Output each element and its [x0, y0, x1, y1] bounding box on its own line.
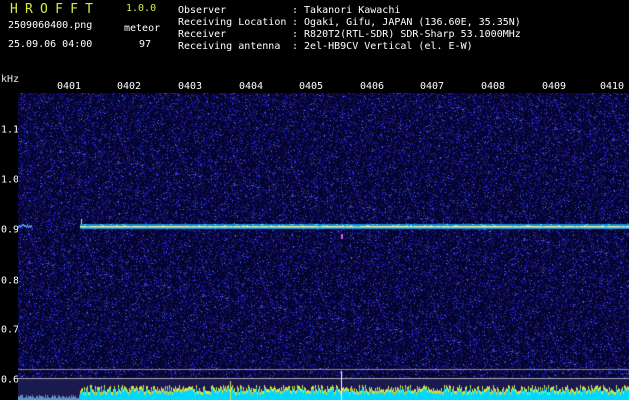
info-row-receiver: Receiver : R820T2(RTL-SDR) SDR-Sharp 53.1… [178, 30, 521, 40]
x-tick-label: 0403 [177, 81, 203, 92]
app-version: 1.0.0 [126, 3, 157, 14]
info-row-antenna: Receiving antenna : 2el-HB9CV Vertical (e… [178, 42, 473, 52]
x-tick-label: 0410 [599, 81, 625, 92]
x-tick-label: 0405 [298, 81, 324, 92]
meteor-count: 97 [139, 39, 152, 50]
info-key: Observer [178, 5, 227, 16]
info-key: Receiving antenna [178, 41, 281, 52]
app-name: HROFFT [10, 2, 101, 17]
x-tick-label: 0402 [116, 81, 142, 92]
y-tick-label: 1.0 [1, 174, 20, 186]
meteor-label: meteor [124, 23, 161, 34]
x-tick-label: 0404 [238, 81, 264, 92]
info-key: Receiving Location [178, 17, 287, 28]
info-key: Receiver [178, 29, 227, 40]
info-row-location: Receiving Location : Ogaki, Gifu, JAPAN (… [178, 18, 521, 28]
header-panel: HROFFT 1.0.0 2509060400.png 25.09.06 04:… [0, 0, 629, 76]
x-tick-label: 0407 [419, 81, 445, 92]
spectrogram-canvas [18, 93, 629, 400]
x-tick-label: 0409 [541, 81, 567, 92]
y-tick-label: 0.8 [1, 275, 20, 287]
info-value: : Ogaki, Gifu, JAPAN (136.60E, 35.35N) [292, 17, 521, 28]
y-tick-label: 0.9 [1, 224, 20, 236]
info-value: : 2el-HB9CV Vertical (el. E-W) [292, 41, 473, 52]
observation-datetime: 25.09.06 04:00 [8, 39, 93, 50]
info-row-observer: Observer : Takanori Kawachi [178, 6, 400, 16]
x-tick-label: 0408 [480, 81, 506, 92]
info-value: : Takanori Kawachi [292, 5, 401, 16]
y-tick-label: 0.7 [1, 324, 20, 336]
y-tick-label: 0.6 [1, 374, 20, 386]
file-name: 2509060400.png [8, 20, 93, 31]
x-tick-label: 0406 [359, 81, 385, 92]
y-axis-unit: kHz [1, 74, 20, 85]
info-value: : R820T2(RTL-SDR) SDR-Sharp 53.1000MHz [292, 29, 521, 40]
x-tick-label: 0401 [56, 81, 82, 92]
y-tick-label: 1.1 [1, 124, 20, 136]
